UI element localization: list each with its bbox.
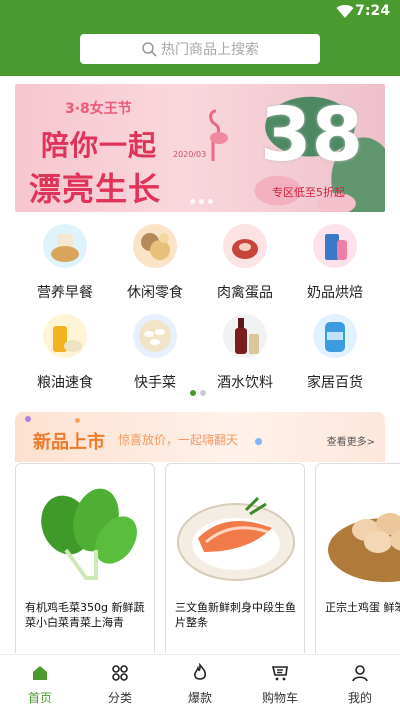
- meat-icon: [223, 224, 267, 268]
- banner-number: 38: [260, 92, 363, 178]
- nav-label: 我的: [347, 691, 372, 705]
- category-page-dot[interactable]: [200, 390, 206, 396]
- nav-home[interactable]: 首页: [0, 663, 80, 706]
- product-card[interactable]: 正宗土鸡蛋 鲜笨鸡蛋40: [315, 463, 400, 653]
- nav-label: 首页: [27, 691, 52, 705]
- category-page-dot[interactable]: [190, 390, 196, 396]
- banner-dot: [190, 199, 195, 204]
- product-name: 三文鱼新鲜刺身中段生鱼片整条: [175, 601, 296, 629]
- banner-headline-2: 漂亮生长: [29, 170, 162, 208]
- search-placeholder: 热门商品上搜索: [161, 42, 259, 58]
- flamingo-icon: [209, 109, 228, 161]
- product-image: [328, 513, 400, 582]
- confetti-decoration: [25, 416, 31, 422]
- category-item[interactable]: 奶品烘焙: [289, 224, 381, 302]
- view-more-link[interactable]: 查看更多>: [327, 433, 375, 448]
- confetti-decoration: [255, 438, 262, 445]
- wine-icon: [223, 314, 267, 358]
- nav-profile[interactable]: 我的: [320, 663, 400, 706]
- banner-brand: 3·8女王节: [65, 101, 132, 117]
- category-item[interactable]: 粮油速食: [19, 314, 111, 392]
- banner-pagination: [190, 199, 213, 204]
- category-label: 休闲零食: [127, 285, 183, 301]
- banner-dot: [208, 199, 213, 204]
- search-icon: [142, 42, 157, 57]
- category-item[interactable]: 酒水饮料: [199, 314, 291, 392]
- milk-icon: [313, 224, 357, 268]
- product-card[interactable]: 有机鸡毛菜350g 新鲜蔬菜小白菜青菜上海青: [15, 463, 155, 653]
- confetti-decoration: [75, 418, 80, 423]
- category-label: 肉禽蛋品: [217, 285, 273, 301]
- banner-headline-1: 陪你一起: [41, 129, 158, 162]
- dumpling-icon: [133, 314, 177, 358]
- category-item[interactable]: 快手菜: [109, 314, 201, 392]
- water-icon: [313, 314, 357, 358]
- nav-label: 分类: [107, 691, 132, 705]
- promo-banner[interactable]: 3·8女王节 陪你一起 漂亮生长 2020/03 38 专区低至5折起: [15, 84, 385, 212]
- status-bar: 7:24: [0, 0, 400, 24]
- product-name: 有机鸡毛菜350g 新鲜蔬菜小白菜青菜上海青: [25, 601, 145, 629]
- search-input[interactable]: 热门商品上搜索: [80, 34, 320, 64]
- product-image: [41, 488, 137, 580]
- category-item[interactable]: 营养早餐: [19, 224, 111, 302]
- product-name: 正宗土鸡蛋 鲜笨鸡蛋40: [325, 601, 400, 614]
- product-card[interactable]: 三文鱼新鲜刺身中段生鱼片整条: [165, 463, 305, 653]
- banner-promo: 专区低至5折起: [272, 186, 345, 199]
- category-label: 奶品烘焙: [307, 285, 363, 301]
- wifi-icon: [336, 4, 354, 18]
- category-label: 酒水饮料: [217, 375, 273, 391]
- category-item[interactable]: 休闲零食: [109, 224, 201, 302]
- banner-dot: [199, 199, 204, 204]
- cart-icon: [271, 666, 288, 681]
- status-time: 7:24: [355, 3, 390, 19]
- category-label: 粮油速食: [37, 375, 93, 391]
- category-item[interactable]: 肉禽蛋品: [199, 224, 291, 302]
- category-pagination: [190, 390, 206, 396]
- nav-category[interactable]: 分类: [80, 663, 160, 706]
- bottom-nav: 首页 分类 爆款 购物车 我的: [0, 654, 400, 710]
- new-products-subtitle: 惊喜放价，一起嗨翻天: [118, 433, 239, 447]
- new-products-title: 新品上市: [33, 432, 105, 453]
- snack-icon: [133, 224, 177, 268]
- bread-icon: [43, 224, 87, 268]
- nav-label: 爆款: [187, 691, 212, 705]
- product-image: [177, 496, 295, 581]
- user-icon: [352, 665, 368, 682]
- category-item[interactable]: 家居百货: [289, 314, 381, 392]
- nav-hot[interactable]: 爆款: [160, 663, 240, 706]
- new-products-header: 新品上市 惊喜放价，一起嗨翻天 查看更多>: [15, 412, 385, 462]
- product-carousel[interactable]: 有机鸡毛菜350g 新鲜蔬菜小白菜青菜上海青 三文鱼新鲜刺身中段生鱼片整条 正宗…: [15, 463, 400, 653]
- fire-icon: [194, 663, 206, 680]
- category-icon: [112, 665, 128, 681]
- nav-cart[interactable]: 购物车: [240, 663, 320, 706]
- category-label: 营养早餐: [37, 285, 93, 301]
- home-icon: [33, 666, 47, 680]
- category-label: 家居百货: [307, 375, 363, 391]
- oil-icon: [43, 314, 87, 358]
- nav-label: 购物车: [261, 691, 298, 705]
- app-header: 7:24 热门商品上搜索: [0, 0, 400, 76]
- category-label: 快手菜: [134, 375, 176, 391]
